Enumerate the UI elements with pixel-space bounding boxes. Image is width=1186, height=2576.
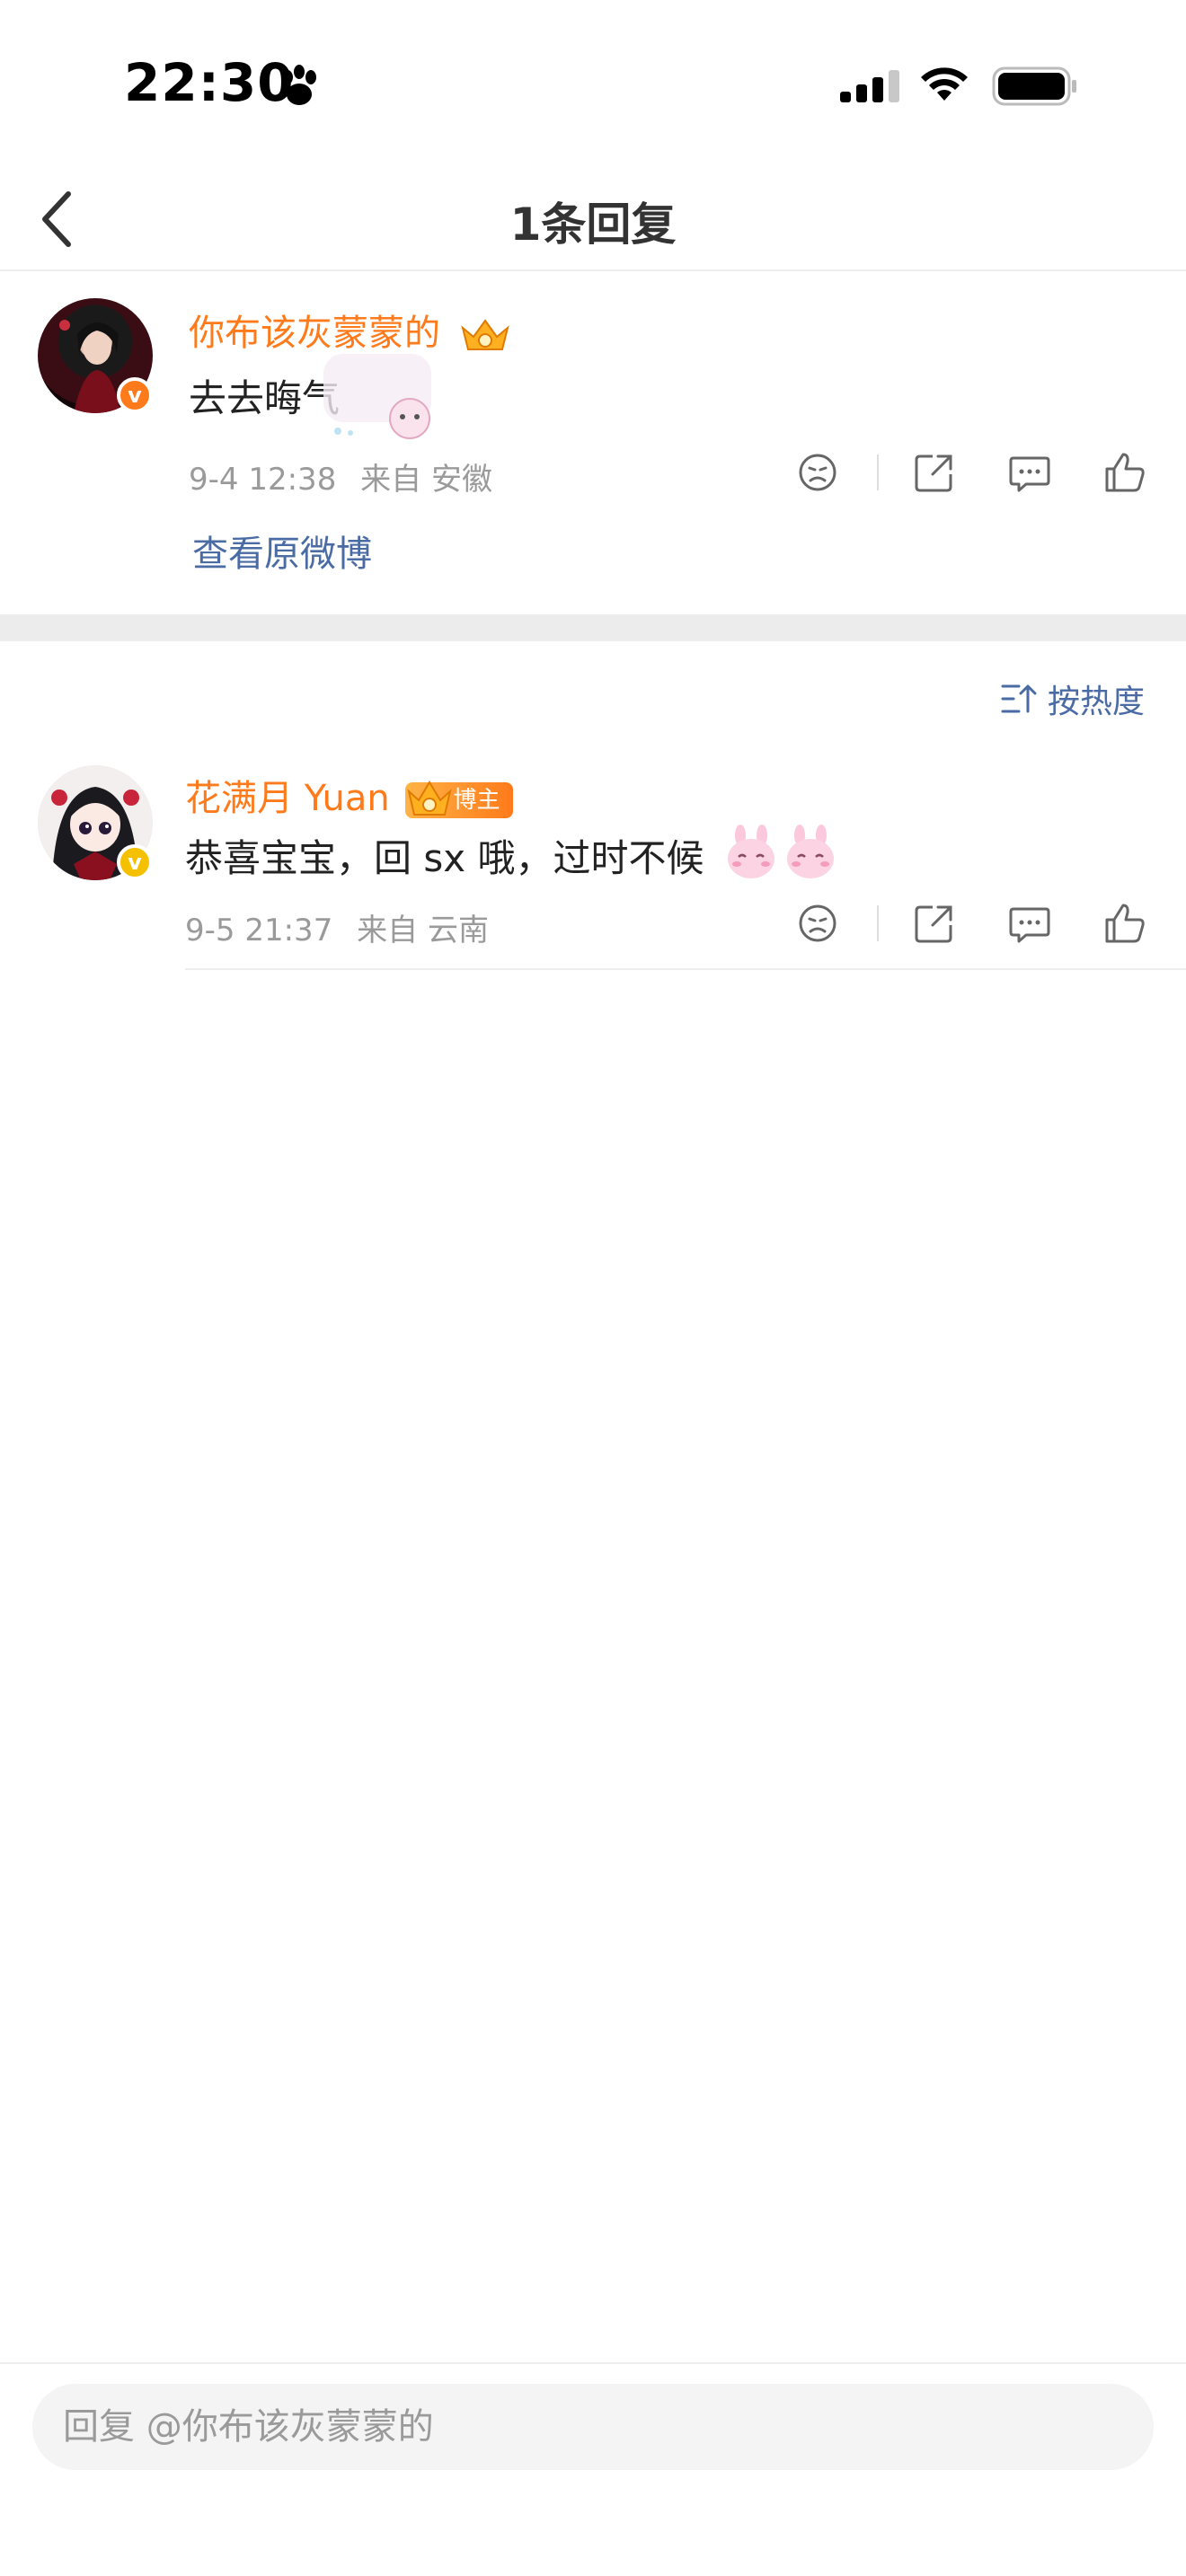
reply-location: 来自 云南 xyxy=(357,913,489,948)
nav-header: 1条回复 xyxy=(0,171,1186,271)
share-icon[interactable] xyxy=(911,449,958,496)
paw-icon xyxy=(282,65,316,105)
sort-label[interactable]: 按热度 xyxy=(1048,675,1145,722)
verified-badge-icon: v xyxy=(117,377,153,413)
comment-username[interactable]: 你布该灰蒙蒙的 xyxy=(189,304,511,356)
blogger-badge: 博主 xyxy=(404,781,513,818)
reply-meta: 9-5 21:37 来自 云南 xyxy=(185,905,489,949)
reply-text: 恭喜宝宝，回 sx 哦，过时不候 xyxy=(185,828,704,883)
wifi-icon xyxy=(921,67,968,101)
comment-icon[interactable] xyxy=(1006,900,1053,947)
reply-input[interactable]: 回复 @你布该灰蒙蒙的 xyxy=(32,2384,1154,2470)
bunny-emoji-icon xyxy=(787,825,834,878)
reply-text-body: 恭喜宝宝，回 sx 哦，过时不候 xyxy=(185,836,704,880)
sort-by-hot-button[interactable]: 按热度 xyxy=(1001,675,1145,722)
battery-icon xyxy=(992,66,1076,106)
crown-icon xyxy=(406,781,452,816)
crown-icon xyxy=(461,319,509,350)
like-icon[interactable] xyxy=(1102,900,1148,947)
comment-text-body: 去去晦气 xyxy=(189,376,341,420)
sort-icon xyxy=(1001,684,1037,713)
status-bar: 22:30 xyxy=(0,0,1186,171)
page-title: 1条回复 xyxy=(509,198,677,251)
username-text[interactable]: 你布该灰蒙蒙的 xyxy=(189,313,440,354)
comment-text: 去去晦气 xyxy=(189,368,340,423)
bunny-emoji-icon xyxy=(728,825,774,878)
reply-bar: 回复 @你布该灰蒙蒙的 xyxy=(0,2362,1186,2576)
view-original-post-link[interactable]: 查看原微博 xyxy=(192,525,372,577)
bubble-decoration-icon xyxy=(323,354,431,439)
blogger-badge-label: 博主 xyxy=(453,787,500,814)
comment-date: 9-4 12:38 xyxy=(189,462,337,498)
action-divider xyxy=(877,454,879,490)
cellular-signal-icon xyxy=(840,70,899,102)
status-time: 22:30 xyxy=(124,52,295,113)
reply-date: 9-5 21:37 xyxy=(185,913,333,948)
comment-icon[interactable] xyxy=(1006,449,1053,496)
reply-username[interactable]: 花满月 Yuan 博主 xyxy=(185,769,513,821)
verified-badge-icon: v xyxy=(117,844,153,880)
like-icon[interactable] xyxy=(1102,449,1148,496)
reply-divider xyxy=(185,968,1186,970)
share-icon[interactable] xyxy=(911,900,958,947)
reply-username-text[interactable]: 花满月 Yuan xyxy=(185,778,390,819)
comment-location: 来自 安徽 xyxy=(360,462,492,498)
action-divider xyxy=(877,905,879,941)
comment-meta: 9-4 12:38 来自 安徽 xyxy=(189,454,492,498)
section-separator xyxy=(0,614,1186,641)
dislike-face-icon[interactable] xyxy=(794,449,841,496)
dislike-face-icon[interactable] xyxy=(794,900,841,947)
